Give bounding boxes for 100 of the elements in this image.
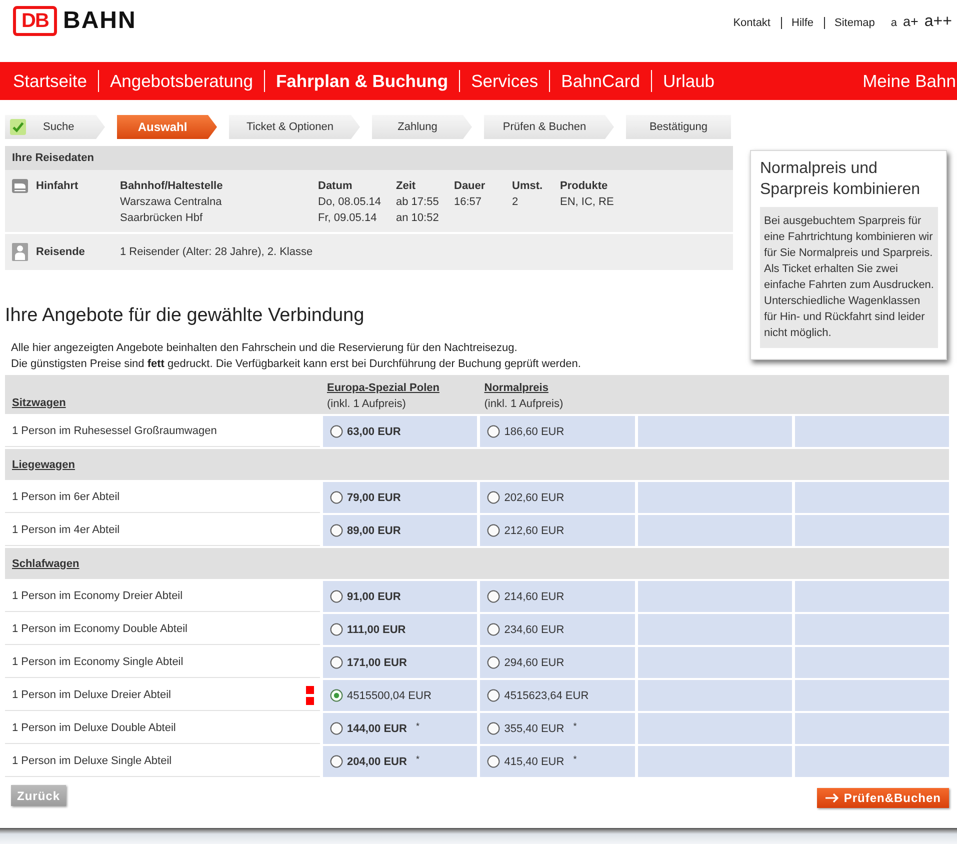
- footnote-mark: *: [573, 754, 577, 764]
- travellers-value: 1 Reisender (Alter: 28 Jahre), 2. Klasse: [120, 245, 314, 260]
- compartment-label: 1 Person im Economy Single Abteil: [12, 656, 184, 668]
- column-heading: Umst.: [512, 179, 543, 194]
- footnote-mark: *: [573, 720, 577, 730]
- category-heading: Sitzwagen: [12, 396, 66, 411]
- journey-value: Warszawa Centralna: [120, 195, 222, 210]
- logo-text[interactable]: BAHN: [63, 7, 136, 35]
- fare-column-heading: Normalpreis: [484, 381, 548, 396]
- column-heading: Dauer: [454, 179, 486, 194]
- journey-value: Do, 08.05.14: [318, 195, 381, 210]
- radio-button[interactable]: [487, 755, 500, 768]
- price-label: 355,40 EUR: [504, 722, 564, 734]
- price-label: 171,00 EUR: [347, 656, 407, 668]
- logo-mark[interactable]: DB: [13, 6, 57, 36]
- radio-button[interactable]: [330, 524, 343, 537]
- price-label: 79,00 EUR: [347, 492, 401, 504]
- price-label: 89,00 EUR: [347, 524, 401, 536]
- radio-button[interactable]: [487, 689, 500, 702]
- nav-item[interactable]: Startseite: [0, 70, 98, 92]
- radio-button[interactable]: [487, 623, 500, 636]
- radio-button[interactable]: [330, 590, 343, 603]
- price-label: 63,00 EUR: [347, 426, 401, 438]
- progress-step[interactable]: Suche: [5, 115, 105, 139]
- header-link[interactable]: Hilfe: [780, 17, 824, 29]
- panel-title: Ihre Reisedaten: [5, 146, 733, 170]
- price-label: 214,60 EUR: [504, 590, 564, 602]
- fare-column-heading: Europa-Spezial Polen: [327, 381, 440, 396]
- journey-value: EN, IC, RE: [560, 195, 614, 210]
- footnote-mark: *: [416, 720, 420, 730]
- journey-value: Fr, 09.05.14: [318, 211, 377, 226]
- radio-button[interactable]: [330, 689, 343, 702]
- progress-step[interactable]: Bestätigung: [626, 115, 731, 139]
- compartment-label: 1 Person im 6er Abteil: [12, 491, 120, 503]
- arrow-icon: [824, 793, 839, 803]
- radio-button[interactable]: [330, 623, 343, 636]
- radio-button[interactable]: [487, 524, 500, 537]
- compartment-label: 1 Person im Deluxe Double Abteil: [12, 722, 176, 734]
- compartment-label: 1 Person im Deluxe Dreier Abteil: [12, 689, 171, 701]
- train-icon: [12, 179, 28, 193]
- column-heading: Datum: [318, 179, 352, 194]
- price-label: 212,60 EUR: [504, 524, 564, 536]
- category-heading: Schlafwagen: [12, 558, 80, 570]
- price-label: 186,60 EUR: [504, 426, 564, 438]
- column-heading: Zeit: [396, 179, 416, 194]
- journey-value: Saarbrücken Hbf: [120, 211, 203, 226]
- nav-item[interactable]: BahnCard: [549, 70, 651, 92]
- radio-button[interactable]: [487, 722, 500, 735]
- category-heading: Liegewagen: [12, 458, 75, 470]
- fare-column-note: (inkl. 1 Aufpreis): [327, 397, 406, 412]
- price-label: 144,00 EUR: [347, 722, 407, 734]
- journey-value: an 10:52: [396, 211, 439, 226]
- next-button[interactable]: Prüfen&Buchen: [816, 788, 949, 808]
- compartment-label: 1 Person im Ruhesessel Großraumwagen: [12, 425, 217, 437]
- price-label: 415,40 EUR: [504, 756, 564, 768]
- price-label: 204,00 EUR: [347, 756, 407, 768]
- price-label: 111,00 EUR: [347, 624, 406, 636]
- radio-button[interactable]: [330, 722, 343, 735]
- error-marker-icon: [306, 686, 314, 704]
- nav-item[interactable]: Angebotsberatung: [98, 70, 264, 92]
- radio-button[interactable]: [487, 590, 500, 603]
- travellers-label: Reisende: [36, 245, 86, 260]
- compartment-label: 1 Person im Economy Dreier Abteil: [12, 590, 183, 602]
- radio-button[interactable]: [330, 491, 343, 504]
- header-link[interactable]: Sitemap: [824, 17, 885, 29]
- radio-button[interactable]: [487, 491, 500, 504]
- account-link[interactable]: Meine Bahn: [862, 70, 957, 92]
- price-label: 294,60 EUR: [504, 656, 564, 668]
- compartment-label: 1 Person im 4er Abteil: [12, 524, 120, 536]
- journey-value: 2: [512, 195, 518, 210]
- info-box-text: Bei ausgebuchtem Sparpreis für eine Fahrtrichtung kombinieren wir für Sie Normalpreis und Sparpreis. Als Ticket erhalten Sie zwei einfache Fahrten zum Ausdrucken. Unterschiedliche Wagenklassen für Hin- und Rückfahrt sind leider nicht möglich.: [760, 207, 938, 348]
- person-icon: [12, 243, 28, 261]
- nav-item[interactable]: Urlaub: [650, 70, 726, 92]
- nav-item[interactable]: Services: [459, 70, 550, 92]
- text-size-link[interactable]: a: [890, 17, 897, 29]
- journey-label: Hinfahrt: [36, 179, 80, 194]
- info-box-title: Normalpreis und Sparpreis kombinieren: [760, 159, 922, 200]
- column-heading: Bahnhof/Haltestelle: [120, 179, 223, 194]
- progress-step[interactable]: Prüfen & Buchen: [484, 115, 614, 139]
- radio-button[interactable]: [487, 425, 500, 438]
- text-size-link[interactable]: a++: [924, 13, 952, 31]
- check-icon: [10, 119, 26, 135]
- progress-step[interactable]: Zahlung: [372, 115, 472, 139]
- journey-value: ab 17:55: [396, 195, 439, 210]
- compartment-label: 1 Person im Deluxe Single Abteil: [12, 755, 172, 767]
- text-size-link[interactable]: a+: [903, 14, 918, 29]
- radio-button[interactable]: [330, 656, 343, 669]
- footnote-mark: *: [416, 754, 420, 764]
- radio-button[interactable]: [330, 755, 343, 768]
- price-label: 4515500,04 EUR: [347, 690, 432, 702]
- compartment-label: 1 Person im Economy Double Abteil: [12, 623, 188, 635]
- nav-item[interactable]: Fahrplan & Buchung: [264, 70, 460, 92]
- radio-button[interactable]: [487, 656, 500, 669]
- fare-column-note: (inkl. 1 Aufpreis): [484, 397, 564, 412]
- header-link[interactable]: Kontakt: [723, 17, 780, 29]
- section-heading: Ihre Angebote für die gewählte Verbindung: [5, 304, 366, 328]
- column-heading: Produkte: [560, 179, 608, 194]
- price-label: 91,00 EUR: [347, 590, 401, 602]
- radio-button[interactable]: [330, 425, 343, 438]
- progress-step[interactable]: Ticket & Optionen: [229, 115, 360, 139]
